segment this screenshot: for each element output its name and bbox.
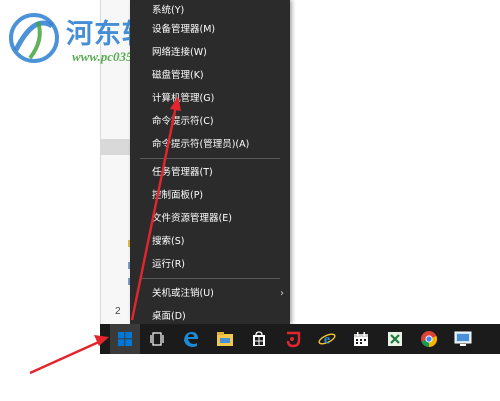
windows-logo-icon	[118, 332, 132, 346]
task-view-button[interactable]	[142, 324, 172, 354]
menu-item-command-prompt[interactable]: 命令提示符(C)	[130, 111, 290, 133]
taskbar-chrome-button[interactable]	[414, 324, 444, 354]
menu-item-file-explorer[interactable]: 文件资源管理器(E)	[130, 208, 290, 230]
start-button[interactable]	[110, 324, 140, 354]
explorer-item-count: 2	[115, 306, 121, 317]
taskbar: e	[100, 324, 500, 354]
taskbar-edge-button[interactable]	[176, 324, 206, 354]
store-icon	[253, 331, 265, 346]
calendar-icon	[354, 332, 368, 346]
taskbar-app-button[interactable]	[448, 324, 478, 354]
monitor-app-icon	[454, 331, 472, 346]
taskbar-file-explorer-button[interactable]	[210, 324, 240, 354]
arrow-to-start-button	[29, 335, 109, 375]
menu-item-shutdown-signout[interactable]: 关机或注销(U) ›	[130, 283, 290, 305]
taskbar-ie-button[interactable]: e	[312, 324, 342, 354]
edge-icon	[184, 332, 198, 347]
menu-item-command-prompt-admin[interactable]: 命令提示符(管理员)(A)	[130, 134, 290, 156]
winx-context-menu: 系统(Y) 设备管理器(M) 网络连接(W) 磁盘管理(K) 计算机管理(G) …	[130, 0, 290, 324]
watermark-logo-icon	[9, 13, 59, 63]
menu-item-disk-management[interactable]: 磁盘管理(K)	[130, 65, 290, 87]
taskbar-calendar-button[interactable]	[346, 324, 376, 354]
taskbar-excel-button[interactable]	[380, 324, 410, 354]
spreadsheet-icon	[388, 332, 402, 346]
svg-text:e: e	[324, 333, 330, 348]
menu-separator	[140, 158, 280, 159]
internet-explorer-icon: e	[318, 333, 336, 348]
taskbar-app-button[interactable]	[278, 324, 308, 354]
menu-item-network-connections[interactable]: 网络连接(W)	[130, 42, 290, 64]
chrome-icon	[421, 331, 438, 348]
chevron-right-icon: ›	[280, 288, 284, 299]
menu-item-device-manager[interactable]: 设备管理器(M)	[130, 19, 290, 41]
menu-item-computer-management[interactable]: 计算机管理(G)	[130, 88, 290, 110]
task-view-icon	[150, 332, 164, 346]
red-app-icon	[286, 331, 301, 348]
menu-item-control-panel[interactable]: 控制面板(P)	[130, 185, 290, 207]
menu-item-task-manager[interactable]: 任务管理器(T)	[130, 162, 290, 184]
menu-separator	[140, 278, 280, 279]
menu-item-search[interactable]: 搜索(S)	[130, 231, 290, 253]
explorer-selected-row	[101, 139, 131, 155]
taskbar-store-button[interactable]	[244, 324, 274, 354]
folder-icon	[217, 332, 233, 346]
menu-item-run[interactable]: 运行(R)	[130, 254, 290, 276]
